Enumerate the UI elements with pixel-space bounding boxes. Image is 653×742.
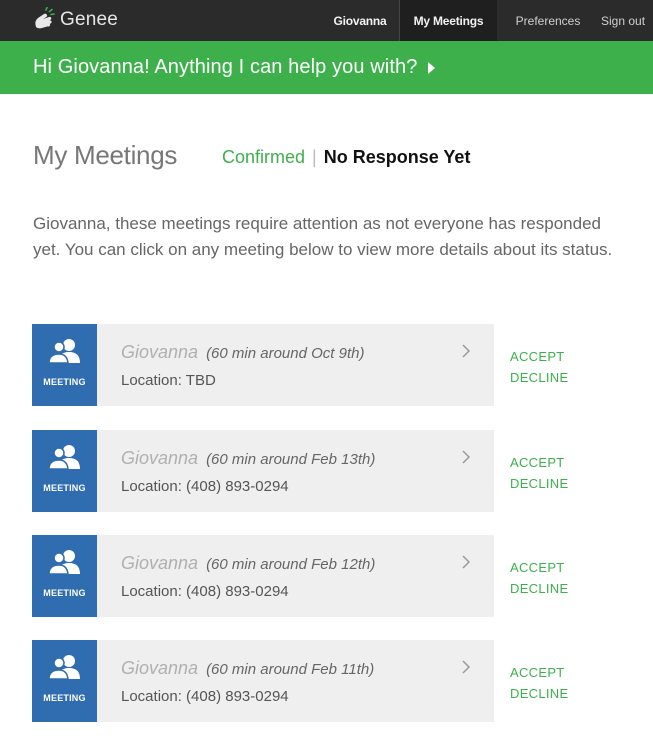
triangle-right-icon bbox=[428, 62, 436, 74]
meeting-summary[interactable]: Giovanna (60 min around Feb 11th) Locatio… bbox=[97, 640, 494, 722]
meeting-location: Location: (408) 893-0294 bbox=[121, 478, 289, 495]
meeting-actions: ACCEPT DECLINE bbox=[510, 662, 568, 704]
nav-user-giovanna[interactable]: Giovanna bbox=[321, 0, 399, 41]
meeting-title: Giovanna (60 min around Feb 13th) bbox=[121, 448, 375, 469]
accept-button[interactable]: ACCEPT bbox=[510, 662, 568, 683]
intro-text: Giovanna, these meetings require attenti… bbox=[33, 214, 613, 259]
meeting-actions: ACCEPT DECLINE bbox=[510, 346, 568, 388]
nav-sign-out[interactable]: Sign out bbox=[599, 0, 653, 41]
meeting-location: Location: (408) 893-0294 bbox=[121, 688, 289, 705]
meeting-title: Giovanna (60 min around Feb 11th) bbox=[121, 658, 374, 679]
meeting-badge: MEETING bbox=[32, 640, 97, 722]
chevron-right-icon[interactable] bbox=[462, 660, 471, 679]
meeting-organizer: Giovanna bbox=[121, 448, 199, 468]
meeting-organizer: Giovanna bbox=[121, 553, 199, 573]
page-title: My Meetings bbox=[33, 140, 178, 170]
meeting-badge: MEETING bbox=[32, 324, 97, 406]
tab-no-response-yet[interactable]: No Response Yet bbox=[324, 147, 471, 168]
decline-button[interactable]: DECLINE bbox=[510, 578, 568, 599]
meeting-detail: (60 min around Feb 13th) bbox=[206, 451, 376, 468]
decline-button[interactable]: DECLINE bbox=[510, 683, 568, 704]
meeting-actions: ACCEPT DECLINE bbox=[510, 557, 568, 599]
chevron-right-icon[interactable] bbox=[462, 555, 471, 574]
accept-button[interactable]: ACCEPT bbox=[510, 452, 568, 473]
meeting-detail: (60 min around Feb 11th) bbox=[206, 661, 375, 678]
meeting-summary[interactable]: Giovanna (60 min around Feb 12th) Locatio… bbox=[97, 535, 494, 617]
main-nav: Giovanna My Meetings Preferences Sign ou… bbox=[321, 0, 653, 41]
meeting-organizer: Giovanna bbox=[121, 658, 199, 678]
meeting-detail: (60 min around Feb 12th) bbox=[206, 556, 376, 573]
meeting-badge-label: MEETING bbox=[43, 377, 86, 387]
people-icon bbox=[47, 535, 82, 580]
meeting-badge: MEETING bbox=[32, 535, 97, 617]
banner-text: Hi Giovanna! Anything I can help you wit… bbox=[33, 56, 418, 78]
meeting-location: Location: (408) 893-0294 bbox=[121, 583, 289, 600]
brand-logo[interactable]: Genee bbox=[30, 6, 118, 34]
meeting-badge: MEETING bbox=[32, 430, 97, 512]
brand-name: Genee bbox=[60, 9, 119, 30]
nav-preferences[interactable]: Preferences bbox=[497, 0, 599, 41]
chevron-right-icon[interactable] bbox=[462, 344, 471, 363]
assistant-banner[interactable]: Hi Giovanna! Anything I can help you wit… bbox=[0, 41, 653, 94]
meeting-organizer: Giovanna bbox=[121, 342, 199, 362]
nav-my-meetings[interactable]: My Meetings bbox=[399, 0, 497, 41]
decline-button[interactable]: DECLINE bbox=[510, 367, 568, 388]
meeting-badge-label: MEETING bbox=[43, 693, 86, 703]
accept-button[interactable]: ACCEPT bbox=[510, 346, 568, 367]
decline-button[interactable]: DECLINE bbox=[510, 473, 568, 494]
top-nav-bar: Genee Giovanna My Meetings Preferences S… bbox=[0, 0, 653, 41]
meeting-badge-label: MEETING bbox=[43, 588, 86, 598]
meeting-filter-tabs: Confirmed | No Response Yet bbox=[222, 147, 470, 168]
people-icon bbox=[47, 640, 82, 685]
meeting-card[interactable]: MEETING Giovanna (60 min around Feb 13th)… bbox=[32, 430, 622, 512]
meeting-card[interactable]: MEETING Giovanna (60 min around Feb 12th)… bbox=[32, 535, 622, 617]
chevron-right-icon[interactable] bbox=[462, 450, 471, 469]
meeting-summary[interactable]: Giovanna (60 min around Feb 13th) Locatio… bbox=[97, 430, 494, 512]
people-icon bbox=[47, 324, 82, 369]
meeting-summary[interactable]: Giovanna (60 min around Oct 9th) Location… bbox=[97, 324, 494, 406]
meeting-detail: (60 min around Oct 9th) bbox=[206, 345, 365, 362]
hand-snap-icon bbox=[30, 7, 56, 33]
meeting-title: Giovanna (60 min around Oct 9th) bbox=[121, 342, 364, 363]
meeting-actions: ACCEPT DECLINE bbox=[510, 452, 568, 494]
accept-button[interactable]: ACCEPT bbox=[510, 557, 568, 578]
meeting-location: Location: TBD bbox=[121, 372, 216, 389]
meeting-badge-label: MEETING bbox=[43, 483, 86, 493]
meeting-card[interactable]: MEETING Giovanna (60 min around Oct 9th) … bbox=[32, 324, 622, 406]
filter-separator: | bbox=[312, 147, 317, 167]
people-icon bbox=[47, 430, 82, 475]
meeting-card[interactable]: MEETING Giovanna (60 min around Feb 11th)… bbox=[32, 640, 622, 722]
tab-confirmed[interactable]: Confirmed bbox=[222, 147, 305, 168]
meeting-title: Giovanna (60 min around Feb 12th) bbox=[121, 553, 375, 574]
